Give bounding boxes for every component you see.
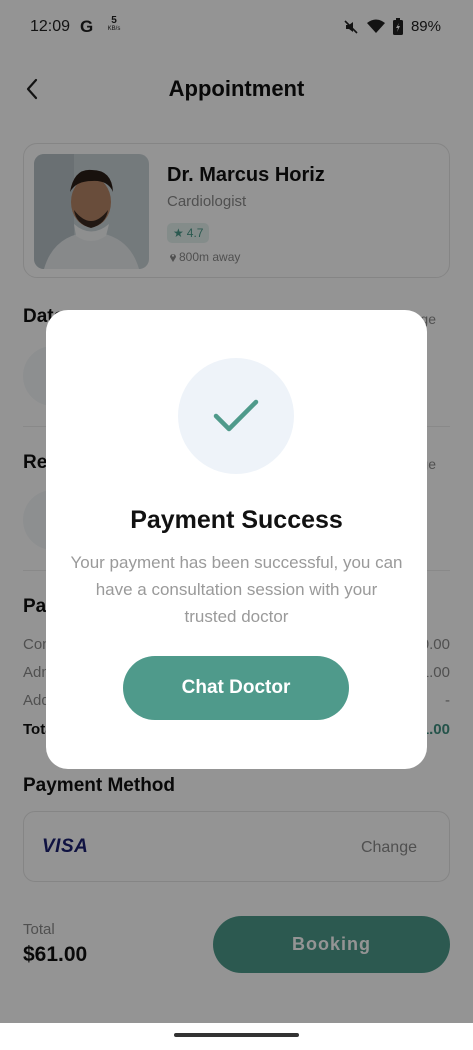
dialog-message: Your payment has been successful, you ca… — [70, 553, 403, 626]
checkmark-icon — [213, 399, 259, 432]
home-indicator[interactable] — [174, 1033, 299, 1037]
chat-doctor-button[interactable]: Chat Doctor — [123, 656, 349, 720]
payment-success-dialog: Payment Success Your payment has been su… — [46, 310, 427, 769]
success-check-circle — [178, 358, 294, 474]
dialog-title: Payment Success — [130, 506, 343, 534]
